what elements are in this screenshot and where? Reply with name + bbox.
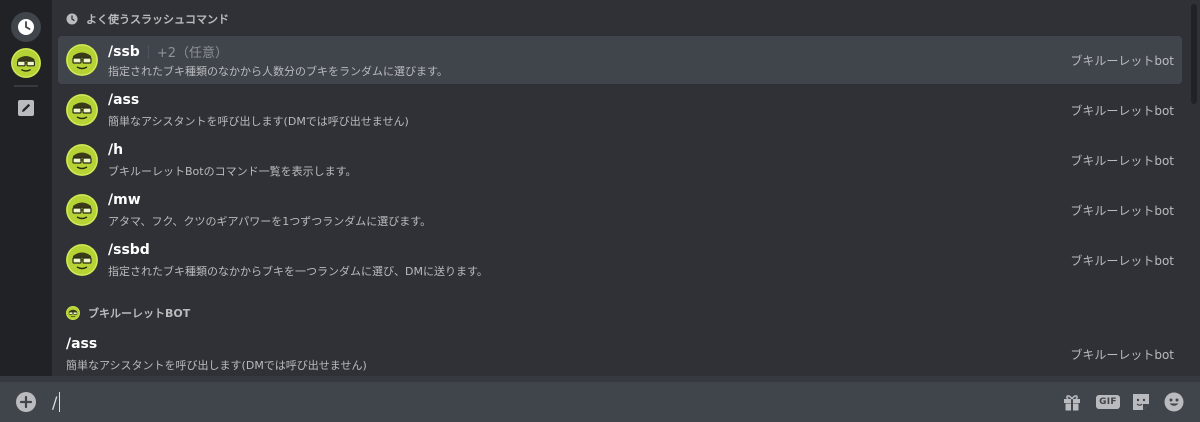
command-description: 簡単なアシスタントを呼び出します(DMでは呼び出せません)	[66, 359, 367, 372]
bot-section-header: ブキルーレットBOT	[66, 303, 190, 323]
command-row-mw[interactable]: /mw アタマ、フク、クツのギアパワーを1つずつランダムに選びます。 ブキルーレ…	[58, 186, 1182, 234]
sticker-button[interactable]	[1130, 391, 1152, 413]
scrollbar-thumb[interactable]	[1191, 4, 1197, 104]
clock-icon	[18, 19, 34, 35]
emoji-icon	[1164, 392, 1184, 412]
gift-icon	[1064, 395, 1080, 411]
command-row-ssb[interactable]: /ssb +2（任意） 指定されたブキ種類のなかから人数分のブキをランダムに選び…	[58, 36, 1182, 84]
command-name: /ssb	[108, 43, 140, 60]
command-owner: ブキルーレットbot	[1070, 348, 1174, 362]
sticker-icon	[1133, 394, 1149, 410]
plus-circle-icon[interactable]	[16, 392, 36, 412]
clock-icon	[66, 13, 78, 25]
bot-avatar-icon	[66, 94, 98, 126]
command-row-ssbd[interactable]: /ssbd 指定されたブキ種類のなかからブキを一つランダムに選び、DMに送ります…	[58, 236, 1182, 284]
autocomplete-popup: よく使うスラッシュコマンド /ssb +2（任意） 指定されたブキ種類のなかから…	[0, 0, 1200, 376]
command-description: 指定されたブキ種類のなかから人数分のブキをランダムに選びます。	[108, 65, 448, 78]
command-name: /h	[108, 142, 124, 158]
bot-avatar-icon	[11, 48, 41, 78]
command-description: 簡単なアシスタントを呼び出します(DMでは呼び出せません)	[108, 115, 409, 128]
command-row-h[interactable]: /h ブキルーレットBotのコマンド一覧を表示します。 ブキルーレットbot	[58, 136, 1182, 184]
command-list: よく使うスラッシュコマンド /ssb +2（任意） 指定されたブキ種類のなかから…	[52, 0, 1188, 376]
gif-button[interactable]: GIF	[1096, 391, 1120, 413]
bot-avatar-icon	[66, 44, 98, 76]
option-divider	[147, 44, 149, 59]
command-name: /ass	[108, 92, 140, 108]
bot-avatar-icon	[66, 244, 98, 276]
frequent-section-header: よく使うスラッシュコマンド	[66, 9, 229, 29]
section-title: ブキルーレットBOT	[88, 307, 191, 320]
command-name: /mw	[108, 192, 141, 208]
command-owner: ブキルーレットbot	[1070, 54, 1174, 68]
command-description: ブキルーレットBotのコマンド一覧を表示します。	[108, 165, 357, 178]
message-input[interactable]: /	[52, 393, 57, 412]
command-owner: ブキルーレットbot	[1070, 104, 1174, 118]
command-description: 指定されたブキ種類のなかからブキを一つランダムに選び、DMに送ります。	[108, 265, 488, 278]
message-composer: / GIF	[0, 382, 1200, 422]
rail-divider	[14, 85, 38, 87]
builtin-category-button[interactable]	[11, 93, 41, 123]
command-description: アタマ、フク、クツのギアパワーを1つずつランダムに選びます。	[108, 215, 432, 228]
gif-icon: GIF	[1096, 395, 1120, 409]
command-name: /ass	[66, 336, 98, 352]
category-rail	[0, 0, 52, 376]
bot-avatar-icon	[66, 144, 98, 176]
command-option: +2（任意）	[156, 46, 228, 61]
command-name: /ssbd	[108, 242, 150, 258]
bot-category-button[interactable]	[11, 48, 41, 78]
section-title: よく使うスラッシュコマンド	[86, 13, 229, 26]
command-row-ass[interactable]: /ass 簡単なアシスタントを呼び出します(DMでは呼び出せません) ブキルーレ…	[58, 86, 1182, 134]
bot-avatar-icon	[66, 306, 80, 320]
bot-avatar-icon	[66, 194, 98, 226]
command-owner: ブキルーレットbot	[1070, 204, 1174, 218]
gift-button[interactable]	[1061, 391, 1083, 413]
text-caret	[59, 392, 60, 412]
command-owner: ブキルーレットbot	[1070, 154, 1174, 168]
pencil-icon	[18, 100, 34, 116]
scrollbar[interactable]	[1188, 0, 1200, 376]
command-row-ass[interactable]: /ass 簡単なアシスタントを呼び出します(DMでは呼び出せません) ブキルーレ…	[58, 330, 1182, 376]
emoji-button[interactable]	[1163, 391, 1185, 413]
frequent-category-button[interactable]	[11, 12, 41, 42]
command-owner: ブキルーレットbot	[1070, 254, 1174, 268]
